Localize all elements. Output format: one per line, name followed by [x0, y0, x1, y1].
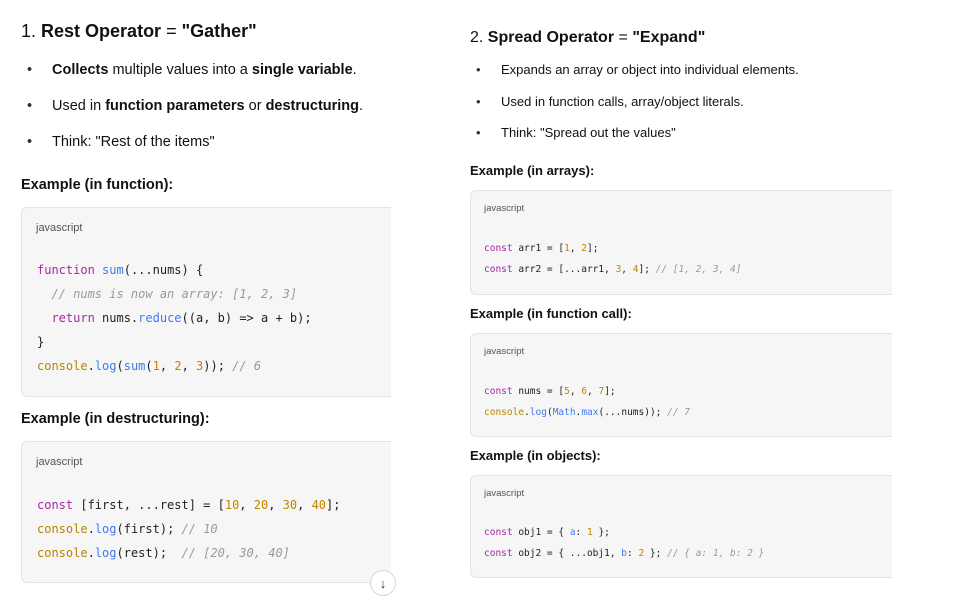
spread-bullet-list: Expands an array or object into individu…: [470, 62, 799, 157]
spread-example-objects-label: Example (in objects):: [470, 448, 601, 463]
rest-bullet: Collects multiple values into a single v…: [21, 61, 363, 97]
spread-heading-title: Spread Operator: [487, 29, 615, 46]
spread-heading-quote: "Expand": [632, 29, 706, 46]
spread-code-block-arrays: javascript const arr1 = [1, 2]; const ar…: [470, 190, 892, 295]
code-language-label: javascript: [36, 456, 83, 468]
bullet-bold: function parameters: [105, 98, 245, 114]
spread-heading-number: 2.: [470, 29, 484, 46]
bullet-bold: destructuring: [265, 98, 360, 114]
bullet-text: Think: "Rest of the items": [52, 134, 215, 150]
rest-example-destructuring-label: Example (in destructuring):: [21, 411, 210, 427]
bullet-text: .: [359, 98, 364, 114]
code-text: const obj1 = { a: 1 }; const obj2 = { ..…: [484, 527, 765, 559]
bullet-text: Expands an array or object into individu…: [501, 62, 799, 77]
rest-code-block-destructuring: javascript const [first, ...rest] = [10,…: [21, 441, 391, 583]
code-language-label: javascript: [484, 203, 525, 214]
bullet-text: Think: "Spread out the values": [501, 125, 676, 140]
rest-heading-number: 1.: [21, 21, 37, 41]
spread-code-block-objects: javascript const obj1 = { a: 1 }; const …: [470, 475, 892, 578]
bullet-bold: Collects: [52, 62, 109, 78]
rest-code-block-function: javascript function sum(...nums) { // nu…: [21, 207, 391, 397]
bullet-text: Used in function calls, array/object lit…: [501, 93, 744, 109]
bullet-text: or: [244, 98, 266, 114]
rest-bullet: Think: "Rest of the items": [21, 133, 363, 169]
bullet-text: multiple values into a: [108, 62, 252, 78]
spread-example-function-call-label: Example (in function call):: [470, 306, 632, 321]
rest-heading-title: Rest Operator: [41, 21, 162, 41]
code-language-label: javascript: [484, 488, 525, 499]
spread-code-block-function-call: javascript const nums = [5, 6, 7]; conso…: [470, 333, 892, 437]
spread-heading-equals: =: [618, 29, 628, 46]
code-language-label: javascript: [36, 222, 83, 234]
rest-example-function-label: Example (in function):: [21, 177, 174, 193]
bullet-text: .: [352, 62, 357, 78]
code-text: const [first, ...rest] = [10, 20, 30, 40…: [37, 498, 341, 560]
spread-example-arrays-label: Example (in arrays):: [470, 163, 595, 178]
rest-bullet-list: Collects multiple values into a single v…: [21, 61, 363, 169]
rest-heading-equals: =: [166, 21, 177, 41]
download-arrow-icon[interactable]: ↓: [370, 570, 396, 596]
code-text: const arr1 = [1, 2]; const arr2 = [...ar…: [484, 243, 742, 275]
rest-heading: 1. Rest Operator = "Gather": [21, 21, 257, 42]
bullet-text: Used in: [52, 98, 106, 114]
rest-bullet: Used in function parameters or destructu…: [21, 97, 363, 133]
bullet-bold: single variable: [251, 62, 353, 78]
rest-heading-quote: "Gather": [181, 21, 257, 41]
spread-bullet: Used in function calls, array/object lit…: [470, 94, 799, 126]
code-text: const nums = [5, 6, 7]; console.log(Math…: [484, 386, 691, 418]
code-text: function sum(...nums) { // nums is now a…: [37, 263, 312, 373]
code-language-label: javascript: [484, 346, 525, 357]
spread-heading: 2. Spread Operator = "Expand": [470, 29, 705, 47]
spread-bullet: Think: "Spread out the values": [470, 125, 799, 157]
spread-bullet: Expands an array or object into individu…: [470, 62, 799, 94]
